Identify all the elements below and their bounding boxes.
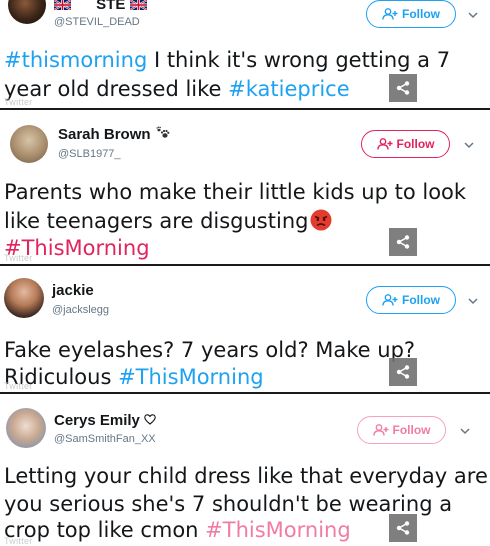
display-name[interactable]: Sarah Brown: [58, 126, 171, 144]
tweet-text: you serious she's 7 shouldn't be wearing…: [4, 492, 453, 516]
chevron-down-icon[interactable]: [466, 294, 480, 308]
avatar[interactable]: [6, 408, 46, 448]
tweet-text-segment: I think it's wrong getting a 7: [147, 48, 451, 72]
display-name-text: Sarah Brown: [58, 126, 151, 143]
follow-label: Follow: [402, 7, 440, 21]
user-handle[interactable]: @SamSmithFan_XX: [54, 433, 156, 445]
display-name-text: Cerys Emily: [54, 412, 140, 429]
tweet-text-segment: year old dressed like: [4, 77, 229, 101]
chevron-down-icon[interactable]: [458, 424, 472, 438]
watermark: Twitter: [4, 381, 33, 391]
add-user-icon: [376, 138, 392, 150]
user-handle[interactable]: @STEVIL_DEAD: [54, 16, 140, 28]
tweet-text: year old dressed like #katieprice: [4, 75, 350, 104]
divider: [0, 392, 490, 394]
share-icon: [396, 365, 410, 379]
share-icon: [396, 81, 410, 95]
hashtag-link[interactable]: #thismorning: [4, 48, 147, 72]
follow-button[interactable]: Follow: [361, 130, 450, 158]
divider: [0, 264, 490, 266]
share-icon: [396, 235, 410, 249]
tweet-text: #thismorning I think it's wrong getting …: [4, 46, 450, 75]
hashtag-link[interactable]: #ThisMorning: [205, 518, 351, 542]
watermark: Twitter: [4, 253, 33, 263]
follow-label: Follow: [396, 137, 435, 151]
add-user-icon: [382, 294, 398, 306]
follow-button[interactable]: Follow: [366, 0, 456, 28]
tweet-text: Parents who make their little kids up to…: [4, 180, 467, 204]
tweet-text: crop top like cmon #ThisMorning: [4, 516, 351, 545]
chevron-down-icon[interactable]: [462, 138, 476, 152]
uk-flag-icon: [129, 0, 148, 14]
heart-outline-icon: [144, 412, 156, 429]
user-handle[interactable]: @SLB1977_: [58, 148, 121, 160]
share-button[interactable]: [389, 514, 417, 542]
follow-label: Follow: [402, 293, 440, 307]
tweet-text-segment: like teenagers are disgusting: [4, 209, 309, 233]
add-user-icon: [382, 8, 398, 20]
share-icon: [396, 521, 410, 535]
share-button[interactable]: [389, 228, 417, 256]
tweet-text: Letting your child dress like that every…: [4, 464, 488, 488]
display-name-text: STE: [96, 0, 126, 13]
avatar[interactable]: [4, 278, 44, 318]
tweet-card-3: jackie @jackslegg Follow Fake eyelashes?…: [0, 268, 490, 392]
follow-button[interactable]: Follow: [357, 416, 446, 444]
tweet-text: Ridiculous #ThisMorning: [4, 363, 264, 392]
angry-face-icon: [310, 209, 332, 239]
paw-prints-icon: [155, 126, 171, 144]
tweet-text: Fake eyelashes? 7 years old? Make up?: [4, 338, 416, 362]
follow-button[interactable]: Follow: [366, 286, 456, 314]
chevron-down-icon[interactable]: [466, 8, 480, 22]
tweet-card-1: STE @STEVIL_DEAD Follow #thismorning I t…: [0, 0, 490, 108]
tweet-card-4: Cerys Emily @SamSmithFan_XX Follow Letti…: [0, 396, 490, 546]
watermark: Twitter: [4, 536, 33, 546]
display-name[interactable]: STE: [53, 0, 148, 14]
follow-label: Follow: [392, 423, 431, 437]
watermark: Twitter: [4, 97, 33, 107]
uk-flag-icon: [53, 0, 92, 14]
hashtag-link[interactable]: #ThisMorning: [118, 365, 264, 389]
tweet-card-2: Sarah Brown @SLB1977_ Follow Parents who…: [0, 112, 490, 264]
user-handle[interactable]: @jackslegg: [52, 304, 109, 316]
hashtag-link[interactable]: #katieprice: [228, 77, 350, 101]
display-name[interactable]: jackie: [52, 282, 94, 299]
share-button[interactable]: [389, 74, 417, 102]
tweet-text-segment: crop top like cmon: [4, 518, 206, 542]
avatar[interactable]: [8, 0, 46, 24]
divider: [0, 108, 490, 110]
avatar[interactable]: [10, 125, 48, 163]
add-user-icon: [372, 424, 388, 436]
display-name[interactable]: Cerys Emily: [54, 412, 156, 429]
share-button[interactable]: [389, 358, 417, 386]
